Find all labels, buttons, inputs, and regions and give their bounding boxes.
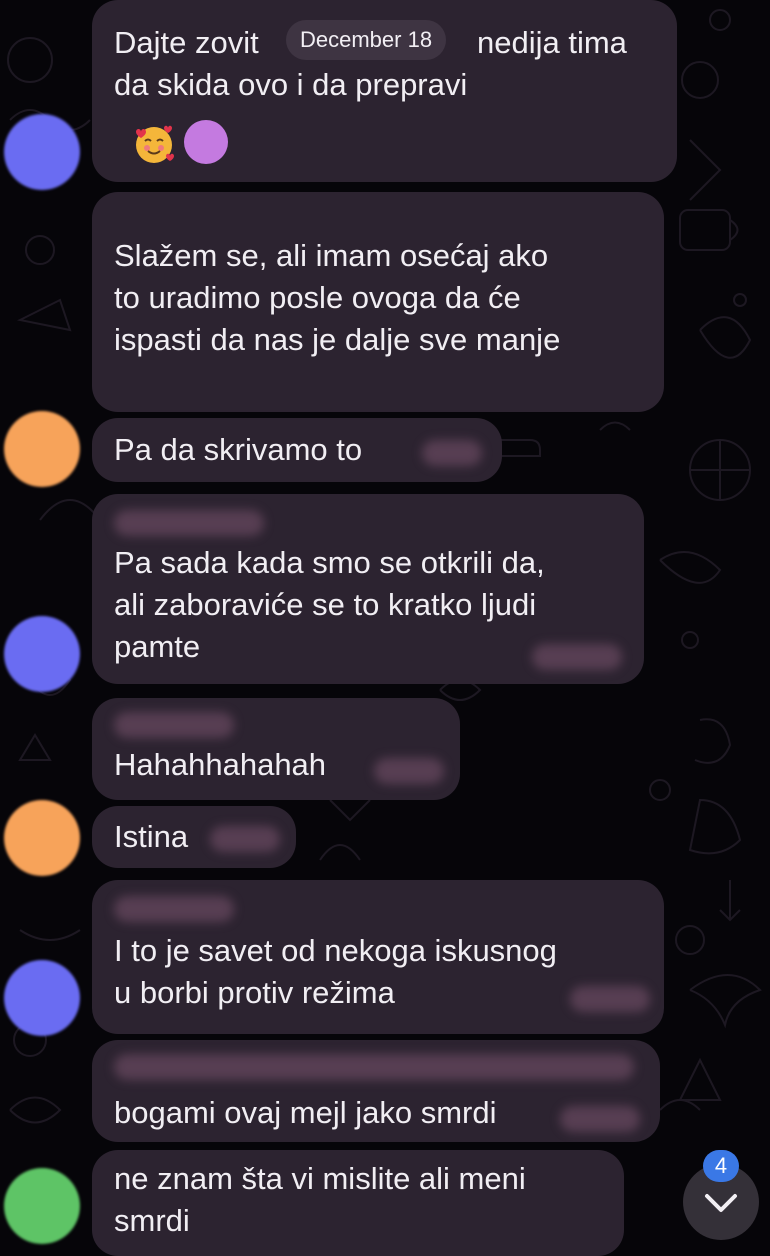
message-text-line: smrdi	[114, 1203, 190, 1238]
date-label: December 18	[286, 20, 447, 60]
avatar[interactable]	[4, 960, 80, 1036]
avatar[interactable]	[4, 411, 80, 487]
message-bubble[interactable]: Pa sada kada smo se otkrili da, ali zabo…	[92, 494, 644, 684]
reaction-avatar[interactable]	[184, 120, 228, 164]
chat-screen: Dajte zovit da skida ovo i da prepravi n…	[0, 0, 770, 1256]
message-bubble[interactable]: bogami ovaj mejl jako smrdi	[92, 1040, 660, 1142]
message-text-line: I to je savet od nekoga iskusnog	[114, 933, 557, 968]
avatar[interactable]	[4, 114, 80, 190]
avatar[interactable]	[4, 800, 80, 876]
redacted-name	[114, 1054, 634, 1080]
message-bubble[interactable]: Hahahhahahah	[92, 698, 460, 800]
message-text-line: ali zaboraviće se to kratko ljudi	[114, 587, 537, 622]
message-text-line: Pa sada kada smo se otkrili da,	[114, 545, 545, 580]
message-bubble[interactable]: Pa da skrivamo to	[92, 418, 502, 482]
redacted-timestamp	[374, 758, 444, 784]
avatar[interactable]	[4, 616, 80, 692]
message-bubble[interactable]: Istina	[92, 806, 296, 868]
redacted-timestamp	[210, 826, 280, 852]
message-bubble[interactable]: I to je savet od nekoga iskusnog u borbi…	[92, 880, 664, 1034]
redacted-name	[114, 712, 234, 738]
redacted-timestamp	[560, 1106, 640, 1132]
redacted-name	[422, 440, 482, 466]
redacted-timestamp	[532, 644, 622, 670]
redacted-timestamp	[570, 986, 650, 1012]
message-text-line: bogami ovaj mejl jako smrdi	[114, 1095, 497, 1130]
message-bubble[interactable]: Slažem se, ali imam osećaj ako to uradim…	[92, 192, 664, 412]
message-text-fragment: nedija tima	[477, 25, 627, 60]
message-text-line: u borbi protiv režima	[114, 975, 395, 1010]
smiling-face-with-hearts-icon[interactable]	[132, 122, 176, 166]
message-text-line: Slažem se, ali imam osećaj ako	[114, 238, 549, 273]
redacted-name	[114, 896, 234, 922]
message-text-line: ne znam šta vi mislite ali meni	[114, 1161, 526, 1196]
avatar[interactable]	[4, 1168, 80, 1244]
unread-count-badge: 4	[703, 1150, 739, 1182]
message-text-line: to uradimo posle ovoga da će	[114, 280, 521, 315]
message-text-line: da skida ovo i da prepravi	[114, 67, 468, 102]
redacted-name	[114, 510, 264, 536]
message-bubble[interactable]: ne znam šta vi mislite ali meni smrdi	[92, 1150, 624, 1256]
message-text-line: ispasti da nas je dalje sve manje	[114, 322, 561, 357]
